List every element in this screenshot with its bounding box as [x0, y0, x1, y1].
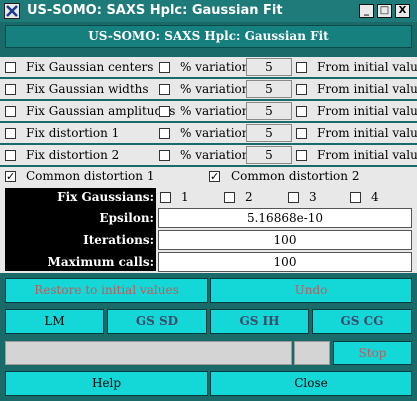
help-button[interactable]: Help	[5, 371, 208, 396]
distortion-1-initial-checkbox[interactable]	[296, 128, 307, 139]
centers-variation-label: % variation	[180, 60, 250, 74]
progress-status	[294, 341, 330, 365]
epsilon-input[interactable]: 5.16868e-10	[158, 208, 412, 228]
widths-initial-label: From initial value	[317, 82, 417, 96]
distortion-2-variation-input[interactable]: 5	[246, 146, 292, 164]
centers-initial-label: From initial value	[317, 60, 417, 74]
fix-row-amplitudes: Fix Gaussian amplitudes % variation 5 Fr…	[0, 101, 417, 121]
fix-gaussian-4-checkbox[interactable]	[350, 192, 361, 203]
distortion-1-initial-label: From initial value	[317, 126, 417, 140]
window-title: US-SOMO: SAXS Hplc: Gaussian Fit	[27, 3, 283, 18]
amplitudes-variation-input[interactable]: 5	[246, 102, 292, 120]
widths-initial-checkbox[interactable]	[296, 84, 307, 95]
max-calls-label: Maximum calls:	[47, 255, 154, 269]
lm-button[interactable]: LM	[5, 309, 104, 334]
stop-button[interactable]: Stop	[333, 341, 412, 365]
close-button[interactable]: Close	[210, 371, 412, 396]
widths-variation-checkbox[interactable]	[159, 84, 170, 95]
gs-ih-button[interactable]: GS IH	[210, 309, 309, 334]
fix-gaussian-3-checkbox[interactable]	[288, 192, 299, 203]
distortion-2-initial-label: From initial value	[317, 148, 417, 162]
common-distortion-2-label: Common distortion 2	[231, 169, 360, 183]
distortion-2-initial-checkbox[interactable]	[296, 150, 307, 161]
undo-button[interactable]: Undo	[210, 278, 412, 303]
header-banner: US-SOMO: SAXS Hplc: Gaussian Fit	[5, 25, 412, 48]
fix-distortion-2-label: Fix distortion 2	[26, 148, 120, 162]
distortion-1-variation-label: % variation	[180, 126, 250, 140]
widths-variation-input[interactable]: 5	[246, 80, 292, 98]
title-bar[interactable]: US-SOMO: SAXS Hplc: Gaussian Fit _ □ X	[0, 0, 417, 22]
iterations-label: Iterations:	[83, 233, 154, 247]
fix-row-distortion-2: Fix distortion 2 % variation 5 From init…	[0, 145, 417, 165]
gs-sd-button[interactable]: GS SD	[107, 309, 207, 334]
common-distortion-row: ✓ Common distortion 1 ✓ Common distortio…	[0, 167, 417, 187]
fix-gaussian-3-label: 3	[309, 190, 317, 204]
params-label-panel: Fix Gaussians: Epsilon: Iterations: Maxi…	[5, 188, 156, 271]
widths-variation-label: % variation	[180, 82, 250, 96]
restore-button[interactable]: Restore to initial values	[5, 278, 208, 303]
fix-row-widths: Fix Gaussian widths % variation 5 From i…	[0, 79, 417, 99]
close-window-button[interactable]: X	[395, 4, 410, 18]
amplitudes-variation-label: % variation	[180, 104, 250, 118]
fix-amplitudes-checkbox[interactable]	[5, 106, 16, 117]
centers-variation-checkbox[interactable]	[159, 62, 170, 73]
fix-gaussian-1-label: 1	[181, 190, 189, 204]
fix-centers-label: Fix Gaussian centers	[26, 60, 154, 74]
distortion-2-variation-checkbox[interactable]	[159, 150, 170, 161]
distortion-2-variation-label: % variation	[180, 148, 250, 162]
fix-gaussian-4-label: 4	[371, 190, 379, 204]
distortion-1-variation-input[interactable]: 5	[246, 124, 292, 142]
app-icon	[4, 3, 20, 19]
common-distortion-1-label: Common distortion 1	[26, 169, 155, 183]
amplitudes-initial-label: From initial value	[317, 104, 417, 118]
fix-distortion-1-label: Fix distortion 1	[26, 126, 120, 140]
fix-distortion-1-checkbox[interactable]	[5, 128, 16, 139]
iterations-input[interactable]: 100	[158, 230, 412, 250]
common-distortion-1-checkbox[interactable]: ✓	[5, 171, 16, 182]
centers-variation-input[interactable]: 5	[246, 58, 292, 76]
fix-gaussian-2-label: 2	[245, 190, 253, 204]
fix-centers-checkbox[interactable]	[5, 62, 16, 73]
amplitudes-initial-checkbox[interactable]	[296, 106, 307, 117]
fix-amplitudes-label: Fix Gaussian amplitudes	[26, 104, 176, 118]
fix-gaussian-1-checkbox[interactable]	[160, 192, 171, 203]
fix-row-centers: Fix Gaussian centers % variation 5 From …	[0, 57, 417, 77]
fix-gaussian-2-checkbox[interactable]	[224, 192, 235, 203]
minimize-button[interactable]: _	[359, 4, 374, 18]
gs-cg-button[interactable]: GS CG	[312, 309, 412, 334]
progress-bar	[5, 341, 292, 365]
fix-gaussians-label: Fix Gaussians:	[57, 190, 154, 204]
fix-distortion-2-checkbox[interactable]	[5, 150, 16, 161]
amplitudes-variation-checkbox[interactable]	[159, 106, 170, 117]
maximize-button[interactable]: □	[377, 4, 392, 18]
distortion-1-variation-checkbox[interactable]	[159, 128, 170, 139]
fix-widths-label: Fix Gaussian widths	[26, 82, 149, 96]
epsilon-label: Epsilon:	[99, 211, 154, 225]
centers-initial-checkbox[interactable]	[296, 62, 307, 73]
fix-row-distortion-1: Fix distortion 1 % variation 5 From init…	[0, 123, 417, 143]
gaussian-fit-window: US-SOMO: SAXS Hplc: Gaussian Fit _ □ X U…	[0, 0, 417, 401]
fix-widths-checkbox[interactable]	[5, 84, 16, 95]
common-distortion-2-checkbox[interactable]: ✓	[209, 171, 220, 182]
max-calls-input[interactable]: 100	[158, 252, 412, 272]
